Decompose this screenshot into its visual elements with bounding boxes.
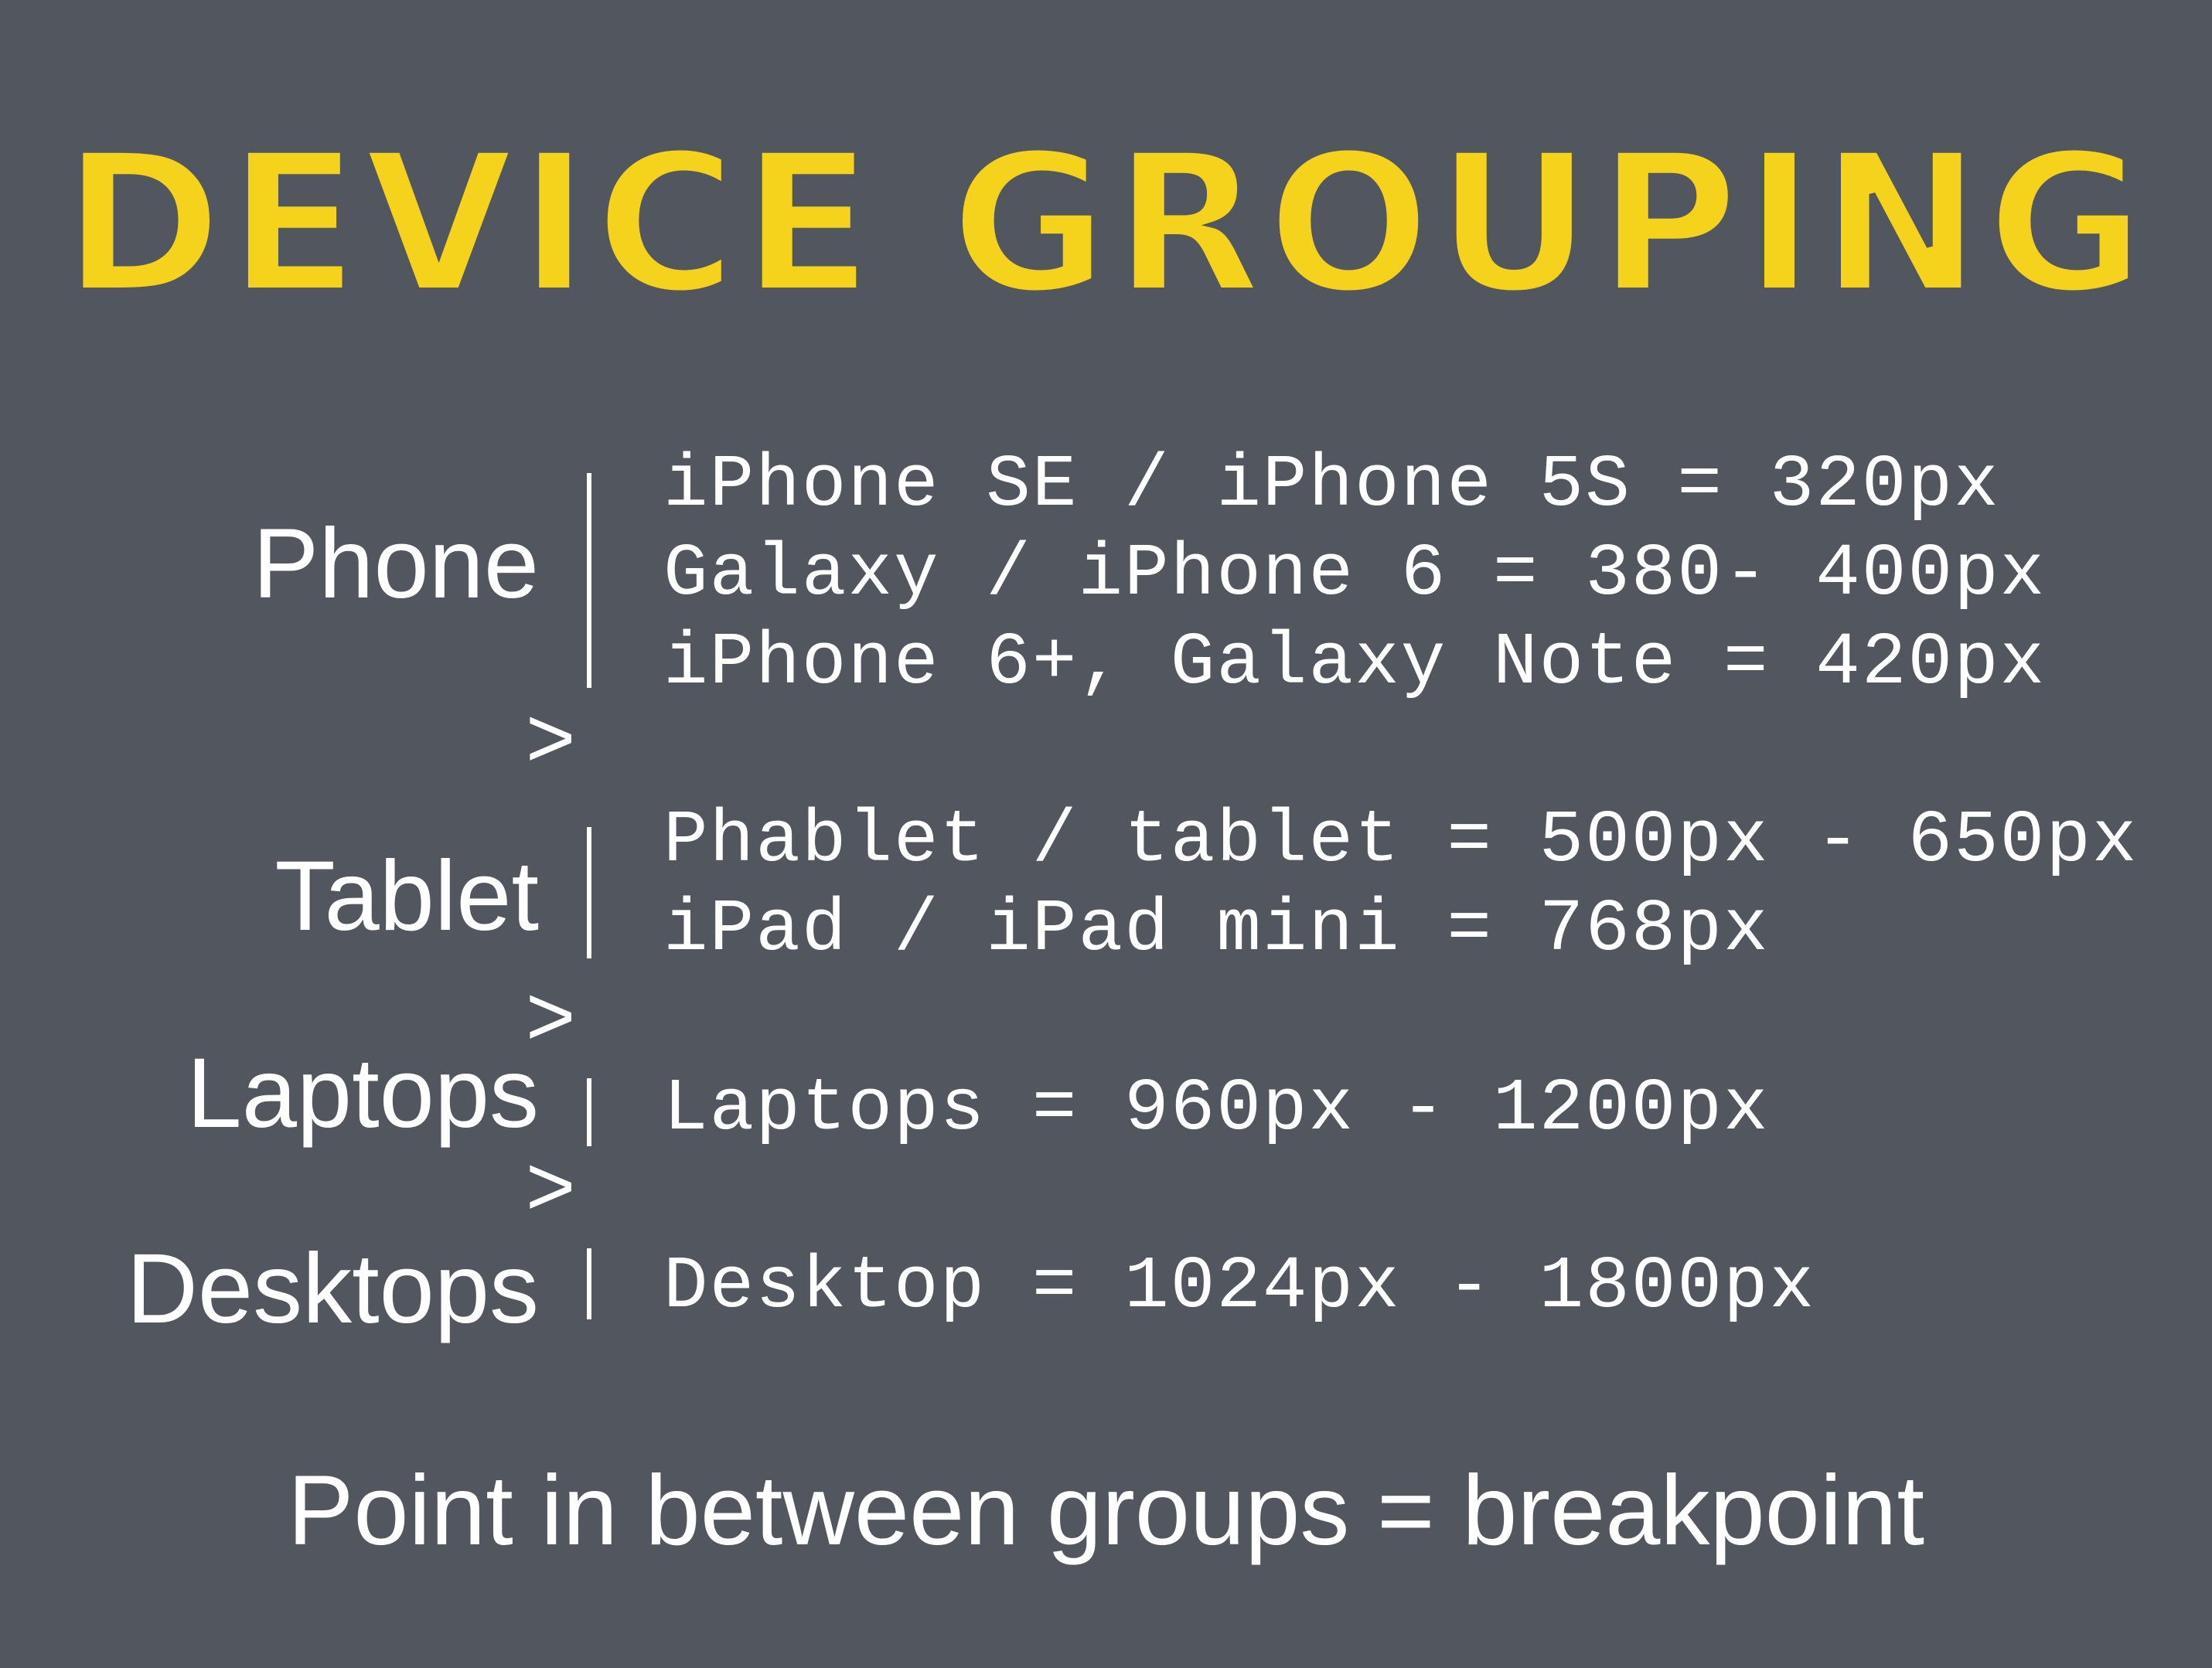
spec-phone-2: Galaxy / iPhone 6 = 380- 400px (663, 532, 2047, 616)
greater-than-separator-3: > (526, 1139, 576, 1234)
footer-note: Point in between groups = breakpoint (288, 1455, 1924, 1566)
group-label-tablet: Tablet (274, 841, 539, 951)
spec-laptops-1: Laptops = 960px - 1200px (663, 1067, 1770, 1151)
page-title: DEVICE GROUPING (60, 111, 2150, 336)
spec-desktops-1: Desktop = 1024px - 1800px (663, 1244, 1816, 1329)
group-divider-tablet (587, 827, 591, 958)
group-divider-laptops (587, 1078, 591, 1146)
group-divider-desktops (587, 1248, 591, 1319)
spec-phone-3: iPhone 6+, Galaxy Note = 420px (663, 621, 2047, 705)
group-divider-phone (587, 473, 591, 688)
spec-tablet-1: Phablet / tablet = 500px - 650px (663, 798, 2139, 883)
spec-phone-1: iPhone SE / iPhone 5S = 320px (663, 443, 2000, 527)
group-label-laptops: Laptops (186, 1038, 540, 1149)
group-label-phone: Phone (252, 509, 539, 619)
group-label-desktops: Desktops (126, 1234, 539, 1344)
greater-than-separator-1: > (526, 690, 576, 785)
spec-tablet-2: iPad / iPad mini = 768px (663, 887, 1770, 972)
